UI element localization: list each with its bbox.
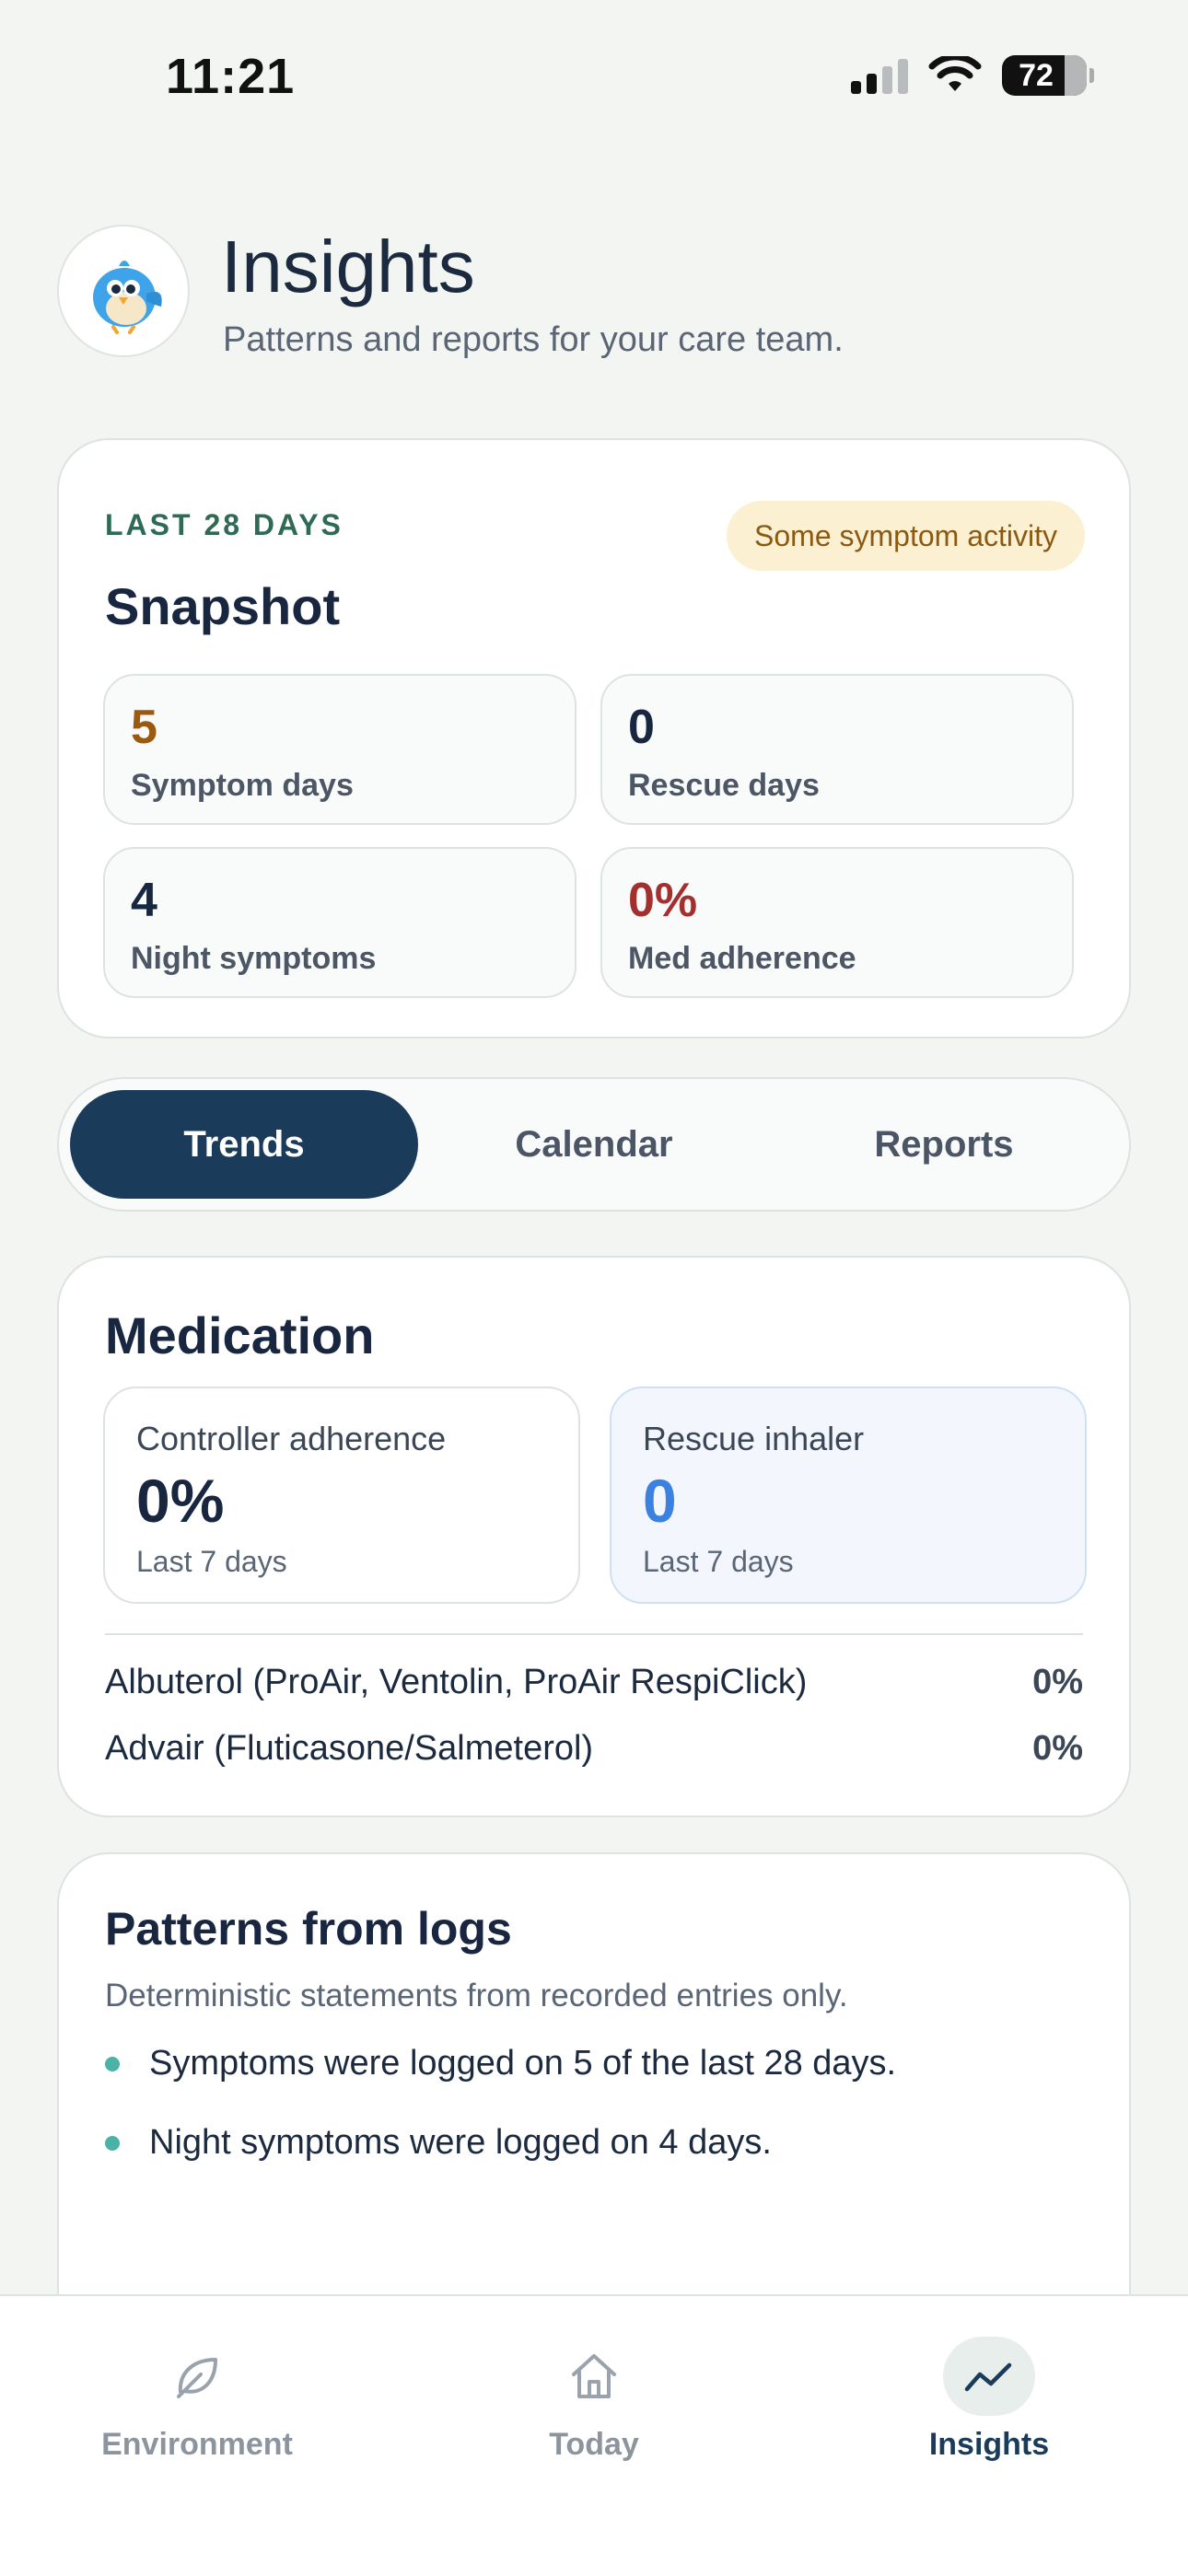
status-badge: Some symptom activity xyxy=(727,501,1085,571)
status-bar: 11:21 72 xyxy=(0,0,1188,147)
stat-label: Med adherence xyxy=(628,941,856,976)
nav-label: Insights xyxy=(928,2427,1050,2462)
tab-reports[interactable]: Reports xyxy=(770,1090,1118,1199)
medication-row: Albuterol (ProAir, Ventolin, ProAir Resp… xyxy=(105,1663,1083,1709)
nav-today[interactable]: Today xyxy=(456,2337,732,2463)
nav-insights[interactable]: Insights xyxy=(851,2337,1127,2463)
tab-calendar[interactable]: Calendar xyxy=(420,1090,768,1199)
wifi-icon xyxy=(928,56,982,91)
status-indicators: 72 xyxy=(851,55,1094,96)
tab-trends[interactable]: Trends xyxy=(70,1090,418,1199)
bullet-dot xyxy=(105,2136,120,2151)
stat-value: 4 xyxy=(131,874,157,927)
page-title: Insights xyxy=(221,226,475,307)
status-time: 11:21 xyxy=(166,49,296,104)
stat-value: 5 xyxy=(131,701,157,754)
page-header: Insights Patterns and reports for your c… xyxy=(57,225,1131,363)
controller-period: Last 7 days xyxy=(136,1545,287,1578)
patterns-subtitle: Deterministic statements from recorded e… xyxy=(105,1978,848,2013)
cellular-signal-icon xyxy=(851,57,908,94)
bottom-nav: Environment Today Insights xyxy=(0,2294,1188,2576)
medication-adherence: 0% xyxy=(1032,1729,1083,1768)
stat-label: Rescue days xyxy=(628,768,820,803)
stat-value: 0% xyxy=(628,874,698,927)
controller-value: 0% xyxy=(136,1467,225,1535)
battery-level: 72 xyxy=(1019,57,1054,93)
rescue-period: Last 7 days xyxy=(643,1545,794,1578)
snapshot-title: Snapshot xyxy=(105,577,341,635)
bluebird-mascot-icon xyxy=(57,225,190,357)
stat-label: Symptom days xyxy=(131,768,354,803)
snapshot-period: LAST 28 DAYS xyxy=(105,508,344,541)
nav-label: Environment xyxy=(101,2427,293,2462)
battery-icon: 72 xyxy=(1002,55,1094,96)
leaf-icon xyxy=(151,2337,243,2416)
bullet-dot xyxy=(105,2057,120,2071)
trend-line-icon xyxy=(943,2337,1035,2416)
medication-card: Medication Controller adherence 0% Last … xyxy=(57,1256,1131,1817)
page-subtitle: Patterns and reports for your care team. xyxy=(223,320,844,359)
medication-row: Advair (Fluticasone/Salmeterol) 0% xyxy=(105,1729,1083,1775)
stat-rescue-days: 0 Rescue days xyxy=(600,674,1074,825)
medication-name: Albuterol (ProAir, Ventolin, ProAir Resp… xyxy=(105,1663,808,1701)
rescue-label: Rescue inhaler xyxy=(643,1420,865,1457)
home-icon xyxy=(548,2337,640,2416)
stat-symptom-days: 5 Symptom days xyxy=(103,674,577,825)
nav-label: Today xyxy=(549,2427,639,2462)
patterns-card: Patterns from logs Deterministic stateme… xyxy=(57,1852,1131,2368)
divider xyxy=(105,1633,1083,1635)
patterns-title: Patterns from logs xyxy=(105,1903,512,1955)
rescue-value: 0 xyxy=(643,1467,677,1535)
snapshot-card: LAST 28 DAYS Some symptom activity Snaps… xyxy=(57,438,1131,1039)
nav-environment[interactable]: Environment xyxy=(59,2337,335,2463)
stat-value: 0 xyxy=(628,701,655,754)
rescue-inhaler-box: Rescue inhaler 0 Last 7 days xyxy=(610,1387,1087,1604)
medication-adherence: 0% xyxy=(1032,1663,1083,1701)
controller-label: Controller adherence xyxy=(136,1420,447,1457)
medication-title: Medication xyxy=(105,1306,375,1364)
stat-night-symptoms: 4 Night symptoms xyxy=(103,847,577,998)
view-tabs: Trends Calendar Reports xyxy=(57,1077,1131,1212)
controller-adherence-box: Controller adherence 0% Last 7 days xyxy=(103,1387,580,1604)
stat-label: Night symptoms xyxy=(131,941,377,976)
stat-med-adherence: 0% Med adherence xyxy=(600,847,1074,998)
pattern-text: Night symptoms were logged on 4 days. xyxy=(149,2123,772,2162)
pattern-text: Symptoms were logged on 5 of the last 28… xyxy=(149,2044,897,2083)
medication-name: Advair (Fluticasone/Salmeterol) xyxy=(105,1729,594,1768)
